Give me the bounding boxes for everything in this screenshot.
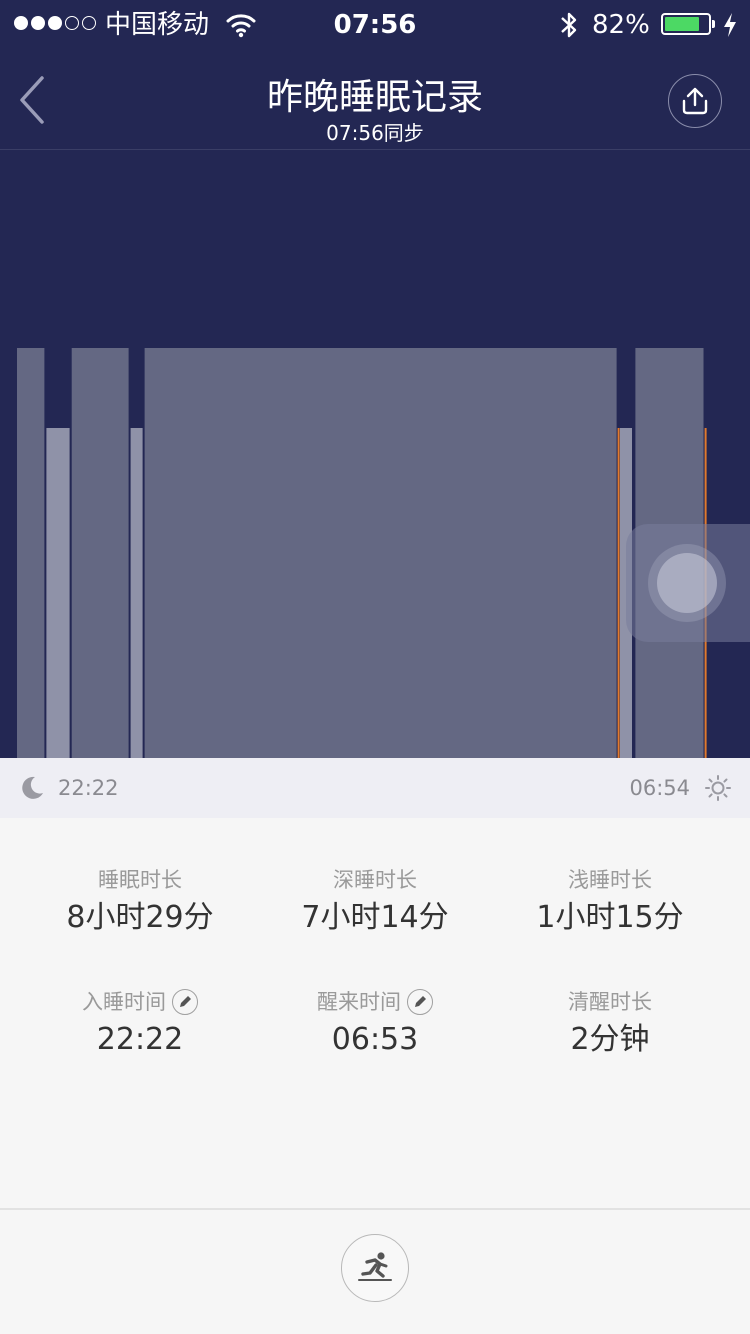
stat-label: 入睡时间 xyxy=(82,990,166,1014)
edit-fall-asleep-button[interactable] xyxy=(172,989,198,1015)
stat-value: 22:22 xyxy=(96,1022,184,1057)
page-title: 昨晚睡眠记录 xyxy=(266,77,483,118)
stat-label-row: 醒来时间 xyxy=(317,988,433,1016)
stat-awake-duration: 清醒时长 2分钟 xyxy=(485,988,735,1060)
moon-icon xyxy=(18,774,46,806)
battery-level-fill xyxy=(665,17,700,31)
stat-total-sleep: 睡眠时长 8小时29分 xyxy=(15,866,265,938)
sleep-start-time: 22:22 xyxy=(58,776,119,800)
assistive-touch-button[interactable] xyxy=(626,524,750,642)
stat-value: 06:53 xyxy=(331,1022,419,1057)
stat-value: 7小时14分 xyxy=(301,900,449,935)
stat-wake-time: 醒来时间 06:53 xyxy=(250,988,500,1060)
sleep-record-screen: 中国移动 07:56 82% 昨晚睡眠记录 07:56同步 22:22 06:5… xyxy=(0,0,750,1334)
pencil-icon xyxy=(415,996,426,1007)
status-bar: 中国移动 07:56 82% xyxy=(0,0,750,50)
stat-fall-asleep-time: 入睡时间 22:22 xyxy=(15,988,265,1060)
activity-button[interactable] xyxy=(341,1234,409,1302)
sleep-segment-bar xyxy=(144,348,617,758)
charging-icon xyxy=(722,12,738,42)
time-axis: 22:22 06:54 xyxy=(0,758,750,818)
sun-icon xyxy=(704,774,732,806)
sleep-segment-bar xyxy=(130,428,143,758)
bottom-bar xyxy=(0,1210,750,1334)
stat-value: 2分钟 xyxy=(570,1022,650,1057)
share-button[interactable] xyxy=(668,74,722,128)
stat-deep-sleep: 深睡时长 7小时14分 xyxy=(250,866,500,938)
sleep-segment-bar xyxy=(71,348,129,758)
stat-label: 深睡时长 xyxy=(333,868,417,892)
stat-label: 睡眠时长 xyxy=(98,868,182,892)
pencil-icon xyxy=(180,996,191,1007)
upload-icon xyxy=(682,87,708,115)
stat-light-sleep: 浅睡时长 1小时15分 xyxy=(485,866,735,938)
sleep-segment-bar xyxy=(617,428,620,758)
battery-tip xyxy=(712,20,715,28)
running-icon xyxy=(358,1252,392,1281)
stat-label-row: 入睡时间 xyxy=(82,988,198,1016)
nav-bar: 昨晚睡眠记录 07:56同步 xyxy=(0,50,750,150)
sleep-chart-svg xyxy=(17,348,707,758)
stat-label: 清醒时长 xyxy=(568,990,652,1014)
sleep-chart xyxy=(0,150,750,758)
sleep-segment-bar xyxy=(17,348,45,758)
stat-label: 醒来时间 xyxy=(317,990,401,1014)
sleep-end-time: 06:54 xyxy=(629,776,690,800)
stat-value: 1小时15分 xyxy=(536,900,684,935)
battery-percent: 82% xyxy=(592,10,650,40)
edit-wake-time-button[interactable] xyxy=(407,989,433,1015)
sleep-segment-bar xyxy=(46,428,70,758)
sleep-stats: 睡眠时长 8小时29分 深睡时长 7小时14分 浅睡时长 1小时15分 入睡时间… xyxy=(0,818,750,1208)
sync-time: 07:56同步 xyxy=(326,121,424,145)
battery-icon xyxy=(661,13,711,35)
stat-label: 浅睡时长 xyxy=(568,868,652,892)
stat-value: 8小时29分 xyxy=(66,900,214,935)
bluetooth-icon xyxy=(558,10,580,44)
assistive-touch-core xyxy=(657,553,717,613)
